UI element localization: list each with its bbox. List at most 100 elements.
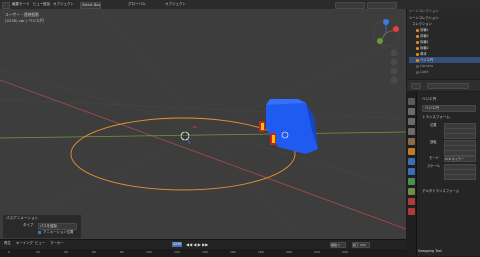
properties-tabs bbox=[407, 92, 417, 256]
end-value: 250 bbox=[359, 243, 366, 247]
view-menu[interactable]: ビュー bbox=[33, 2, 44, 7]
add-menu[interactable]: 追加 bbox=[43, 2, 50, 7]
collection-label: (2235) car | ベジエ円 bbox=[5, 18, 44, 23]
3d-viewport[interactable]: ユーザー・透視投影 (2235) car | ベジエ円 パスアニメーション タイ… bbox=[0, 9, 406, 239]
physics-tab-icon[interactable] bbox=[408, 168, 415, 175]
object-label: オブジェクト bbox=[165, 2, 186, 6]
scale-label: スケール bbox=[427, 164, 441, 168]
material-tab-icon[interactable] bbox=[408, 198, 415, 205]
row-label: コレクション bbox=[412, 22, 432, 26]
object-icon bbox=[416, 40, 419, 44]
shading-buttons[interactable] bbox=[335, 2, 365, 9]
tick-label: 220 bbox=[314, 250, 320, 254]
select-box-dropdown[interactable]: Select Box bbox=[80, 2, 101, 9]
constraint-tab-icon[interactable] bbox=[408, 178, 415, 185]
gizmo-z bbox=[187, 139, 191, 145]
active-tool-label: Swapping Tool bbox=[418, 249, 442, 253]
start-label: 開始 bbox=[331, 243, 338, 247]
current-frame-field[interactable]: 2235 bbox=[172, 242, 182, 247]
tick-label: 0 bbox=[8, 250, 10, 254]
rotation-label: 回転 bbox=[430, 140, 437, 144]
operator-panel-title: パスアニメーション bbox=[6, 216, 39, 220]
tick-label: 160 bbox=[230, 250, 236, 254]
object-icon bbox=[416, 52, 419, 56]
viewport-nav-buttons bbox=[390, 49, 398, 84]
transform-header[interactable]: トランスフォーム bbox=[422, 115, 450, 120]
row-label: 後輪1 bbox=[420, 40, 429, 44]
start-frame-field[interactable]: 開始 1 bbox=[330, 242, 346, 248]
row-label: 前輪2 bbox=[420, 34, 429, 38]
y-axis-line bbox=[0, 131, 406, 139]
object-icon bbox=[416, 46, 419, 50]
tick-label: 80 bbox=[120, 250, 124, 254]
object-tab-icon[interactable] bbox=[408, 148, 415, 155]
output-tab-icon[interactable] bbox=[408, 118, 415, 125]
car-object bbox=[259, 99, 318, 154]
row-label: Light bbox=[420, 70, 429, 74]
viewport-scene bbox=[0, 9, 406, 239]
playback-menu[interactable]: 再生 bbox=[4, 241, 11, 245]
row-label: 車体 bbox=[420, 52, 427, 56]
scene-tab-icon[interactable] bbox=[408, 138, 415, 145]
scale-z-field[interactable] bbox=[444, 174, 476, 180]
animation-check-label: アニメーション位置 bbox=[43, 230, 74, 234]
type-label: タイプ bbox=[23, 223, 34, 227]
row-label: シーンコレクション bbox=[409, 16, 439, 20]
row-label: 前輪1 bbox=[420, 28, 429, 32]
mode-label: モード bbox=[429, 156, 439, 160]
tick-label: 120 bbox=[174, 250, 180, 254]
mode-menu[interactable]: 編集モード bbox=[12, 2, 30, 7]
tick-label: 20 bbox=[36, 250, 40, 254]
rotation-mode-dropdown[interactable]: XYZ オイラー bbox=[444, 156, 476, 162]
view-layer-tab-icon[interactable] bbox=[408, 128, 415, 135]
texture-tab-icon[interactable] bbox=[408, 208, 415, 215]
data-tab-icon[interactable] bbox=[408, 188, 415, 195]
x-axis-line bbox=[0, 79, 406, 230]
row-label: Camera bbox=[420, 64, 434, 68]
tick-label: 200 bbox=[286, 250, 292, 254]
tick-label: 140 bbox=[202, 250, 208, 254]
navigation-gizmo bbox=[372, 19, 400, 47]
curve-icon bbox=[416, 58, 419, 62]
editor-type-button[interactable] bbox=[411, 83, 421, 89]
editor-type-button[interactable] bbox=[2, 2, 10, 9]
modifier-tab-icon[interactable] bbox=[408, 158, 415, 165]
location-label: 位置 bbox=[430, 123, 437, 127]
animation-checkbox[interactable] bbox=[38, 231, 41, 234]
object-icon bbox=[416, 34, 419, 38]
tool-tab-icon[interactable] bbox=[408, 98, 415, 105]
timeline[interactable]: 再生 キーイング ビュー マーカー 2235 ◀◀ ◀ ▶ ▶▶ 開始 1 終了… bbox=[0, 239, 406, 257]
object-menu[interactable]: オブジェクト bbox=[53, 2, 74, 7]
camera-icon bbox=[416, 64, 419, 68]
row-label: 後輪2 bbox=[420, 46, 429, 50]
outliner[interactable]: シーンコレクション シーンコレクション コレクション 前輪1 前輪2 後輪1 後… bbox=[407, 9, 480, 79]
properties-editor[interactable]: ベジエ円 ベジエ円 トランスフォーム 位置 回転 モード XYZ オイラー スケ… bbox=[407, 92, 480, 256]
marker-menu[interactable]: マーカー bbox=[50, 241, 64, 245]
keying-menu[interactable]: キーイング bbox=[16, 241, 33, 245]
view-name: ユーザー・透視投影 bbox=[5, 12, 40, 17]
object-icon bbox=[416, 28, 419, 32]
start-value: 1 bbox=[337, 243, 340, 247]
tick-label: 60 bbox=[92, 250, 96, 254]
end-frame-field[interactable]: 終了 250 bbox=[352, 242, 370, 248]
tick-label: 100 bbox=[146, 250, 152, 254]
transform-orientation[interactable]: グローバル bbox=[128, 2, 145, 7]
view-menu[interactable]: ビュー bbox=[35, 241, 45, 245]
overlay-buttons[interactable] bbox=[367, 2, 397, 9]
end-label: 終了 bbox=[353, 243, 360, 247]
delta-transform-header[interactable]: デルタトランスフォーム bbox=[422, 189, 459, 193]
render-tab-icon[interactable] bbox=[408, 108, 415, 115]
operator-panel[interactable]: パスアニメーション タイプ パスを複製 アニメーション位置 bbox=[2, 214, 82, 239]
properties-header[interactable] bbox=[407, 80, 480, 91]
outliner-row[interactable]: Light bbox=[409, 69, 480, 75]
properties-search-input[interactable] bbox=[427, 83, 469, 89]
type-dropdown[interactable]: パスを複製 bbox=[38, 223, 77, 230]
row-label: ベジエ円 bbox=[420, 58, 434, 62]
object-name-field[interactable]: ベジエ円 bbox=[422, 105, 476, 112]
location-z-field[interactable] bbox=[444, 133, 476, 139]
tick-label: 180 bbox=[258, 250, 264, 254]
outliner-header: シーンコレクション bbox=[409, 9, 439, 13]
playback-controls[interactable]: ◀◀ ◀ ▶ ▶▶ bbox=[186, 242, 212, 247]
light-icon bbox=[416, 70, 419, 74]
tick-label: 40 bbox=[64, 250, 68, 254]
